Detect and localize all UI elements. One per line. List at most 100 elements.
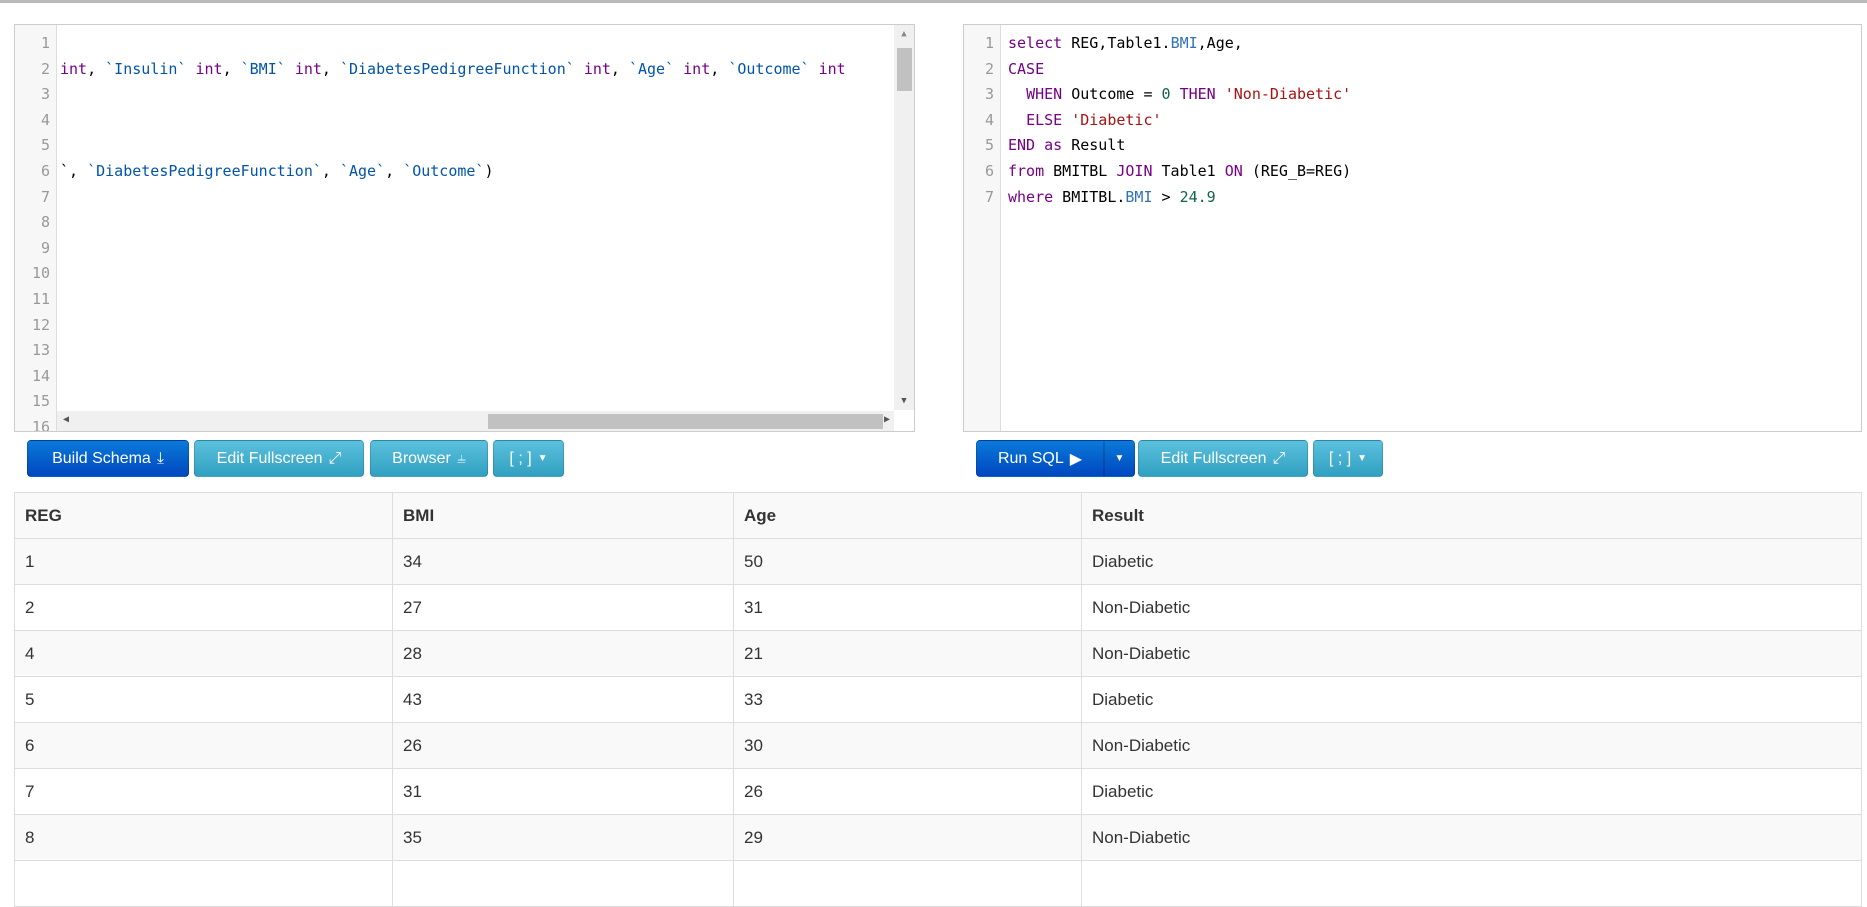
code-token: Result [1062, 136, 1126, 155]
table-row: 5 43 33 Diabetic [14, 676, 1862, 723]
schema-code[interactable]: int, `Insulin` int, `BMI` int, `Diabetes… [60, 25, 846, 185]
table-cell [14, 860, 393, 907]
edit-fullscreen-label: Edit Fullscreen [1160, 449, 1267, 467]
table-cell: 33 [733, 676, 1082, 723]
download-icon: ⤓ [156, 449, 164, 467]
horizontal-scrollbar[interactable]: ◀ ▶ [57, 411, 894, 431]
table-cell: 6 [14, 722, 393, 769]
code-token: , [385, 161, 404, 180]
table-cell: 1 [14, 538, 393, 585]
column-header[interactable]: REG [14, 492, 393, 539]
table-cell: Diabetic [1081, 538, 1862, 585]
code-token: `DiabetesPedigreeFunction` [87, 161, 322, 180]
table-cell: 21 [733, 630, 1082, 677]
line-number: 6 [984, 161, 994, 180]
code-token: where [1008, 187, 1054, 206]
code-token: `Outcome` [403, 161, 485, 180]
line-number: 6 [40, 161, 50, 180]
table-cell: 26 [392, 722, 734, 769]
table-row: 8 35 29 Non-Diabetic [14, 814, 1862, 861]
code-line: select REG,Table1.BMI,Age, [1008, 31, 1351, 57]
scroll-right-arrow-icon[interactable]: ▶ [884, 414, 890, 425]
line-number: 7 [40, 187, 50, 206]
code-line: where BMITBL.BMI > 24.9 [1008, 185, 1351, 211]
table-row: 4 28 21 Non-Diabetic [14, 630, 1862, 677]
schema-edit-fullscreen-button[interactable]: Edit Fullscreen ⤢ [194, 440, 364, 477]
code-token: `BMI` [240, 59, 286, 78]
table-cell: 4 [14, 630, 393, 677]
line-number: 1 [984, 34, 994, 52]
code-token: THEN [1179, 85, 1216, 104]
sql-edit-fullscreen-button[interactable]: Edit Fullscreen ⤢ [1138, 440, 1308, 477]
table-cell: 8 [14, 814, 393, 861]
table-row: 6 26 30 Non-Diabetic [14, 722, 1862, 769]
code-token: as [1044, 136, 1063, 155]
table-cell: 5 [14, 676, 393, 723]
code-line: from BMITBL JOIN Table1 ON (REG_B=REG) [1008, 159, 1351, 185]
code-token: ` [60, 161, 70, 180]
run-sql-button[interactable]: Run SQL ▶ [976, 440, 1104, 477]
line-number: 4 [40, 110, 50, 129]
code-token: BMI [1125, 187, 1153, 206]
code-token: ON [1224, 161, 1243, 180]
code-line: `, `DiabetesPedigreeFunction`, `Age`, `O… [60, 159, 846, 185]
scroll-up-arrow-icon[interactable]: ▲ [894, 25, 914, 39]
schema-delimiter-dropdown[interactable]: [ ; ] ▼ [493, 440, 564, 477]
delimiter-label: [ ; ] [509, 449, 532, 467]
code-token: BMITBL. [1053, 187, 1126, 206]
sql-editor[interactable]: 1234567 select REG,Table1.BMI,Age, CASE W… [963, 24, 1862, 432]
code-token: `Insulin` [105, 59, 187, 78]
code-token: ,Age, [1197, 34, 1243, 52]
browser-label: Browser [392, 449, 451, 467]
expand-icon: ⤢ [328, 449, 342, 467]
vertical-scroll-thumb[interactable] [897, 48, 912, 91]
code-token: `DiabetesPedigreeFunction` [339, 59, 575, 78]
code-token: ) [484, 161, 494, 180]
table-cell [392, 860, 734, 907]
line-number: 11 [31, 289, 50, 308]
schema-editor[interactable]: 1 2 3 4 5 6 7 8 9 10 11 12 13 14 15 16 int, `Insulin` i… [14, 24, 915, 432]
table-cell: 43 [392, 676, 734, 723]
sql-code[interactable]: select REG,Table1.BMI,Age, CASE WHEN Outc… [1008, 25, 1351, 210]
scroll-down-arrow-icon[interactable]: ▼ [894, 396, 914, 406]
play-icon: ▶ [1069, 450, 1083, 468]
table-row: 7 31 26 Diabetic [14, 768, 1862, 815]
code-token: REG,Table1. [1062, 34, 1171, 52]
line-number: 5 [984, 136, 994, 155]
caret-down-icon: ▼ [1357, 453, 1368, 464]
code-token: BMI [1170, 34, 1198, 52]
line-number: 13 [31, 341, 50, 360]
run-sql-dropdown-toggle[interactable]: ▼ [1104, 440, 1135, 477]
line-number: 4 [984, 110, 994, 129]
caret-down-icon: ▼ [537, 453, 548, 464]
column-header[interactable]: Result [1081, 492, 1862, 539]
scroll-left-arrow-icon[interactable]: ◀ [63, 414, 69, 425]
table-cell: Non-Diabetic [1081, 584, 1862, 631]
build-schema-button[interactable]: Build Schema ⤓ [27, 440, 189, 477]
column-header[interactable]: BMI [392, 492, 734, 539]
sql-line-numbers: 1 2 3 4 5 6 7 [964, 25, 1001, 431]
table-row: 1 34 50 Diabetic [14, 538, 1862, 585]
code-token: `Age` [628, 59, 675, 78]
code-token: , [222, 59, 241, 78]
browser-button[interactable]: Browser ⫨ [370, 440, 488, 477]
horizontal-scroll-thumb[interactable] [488, 414, 883, 429]
line-number: 1 [40, 34, 50, 52]
table-cell: 31 [392, 768, 734, 815]
line-number: 3 [984, 85, 994, 104]
table-header-row: REG BMI Age Result [14, 492, 1862, 539]
sql-delimiter-dropdown[interactable]: [ ; ] ▼ [1313, 440, 1383, 477]
column-header[interactable]: Age [733, 492, 1082, 539]
vertical-scrollbar[interactable]: ▲ ▼ [894, 25, 914, 410]
code-token: 24.9 [1179, 187, 1216, 206]
table-cell: Non-Diabetic [1081, 630, 1862, 677]
line-number: 2 [40, 59, 50, 78]
code-token: int [60, 59, 88, 78]
code-token: CASE [1008, 59, 1045, 78]
